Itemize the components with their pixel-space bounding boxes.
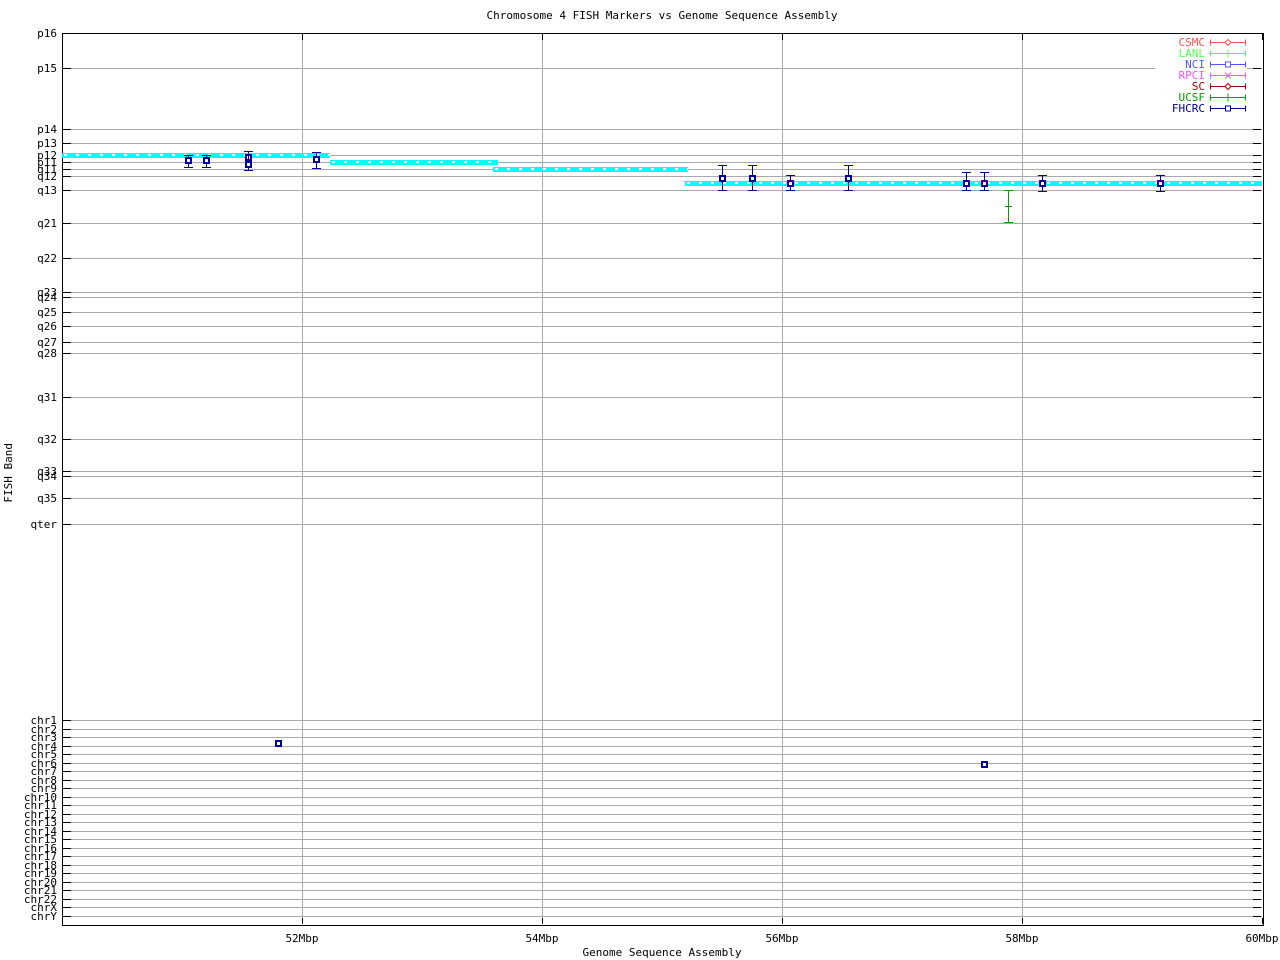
chart-title: Chromosome 4 FISH Markers vs Genome Sequ… — [486, 9, 838, 22]
row-label-qter: qter — [30, 518, 58, 531]
label-layer: p16 p15 p14 p13 p12 p11 q11 q12 q13 q21 q22 q23 q24 q… — [0, 0, 1280, 960]
legend: CSMC LANL NCI RPCI SC UCSF FHCRC — [1155, 37, 1247, 114]
row-label-q26: q26 — [37, 320, 57, 333]
legend-sample-icon — [1210, 82, 1246, 91]
legend-row-FHCRC: FHCRC — [1155, 103, 1247, 114]
x-tick-label-60Mbp: 60Mbp — [1245, 932, 1279, 945]
row-label-q21: q21 — [37, 217, 57, 230]
x-tick-label-56Mbp: 56Mbp — [765, 932, 799, 945]
chart-canvas: p16 p15 p14 p13 p12 p11 q11 q12 q13 q21 q22 q23 q24 q… — [0, 0, 1280, 960]
row-label-q31: q31 — [37, 391, 57, 404]
row-label-q24: q24 — [37, 291, 57, 304]
x-axis-title: Genome Sequence Assembly — [582, 946, 742, 959]
row-label-p13: p13 — [37, 137, 57, 150]
row-label-q13: q13 — [37, 184, 57, 197]
row-label-q12: q12 — [37, 170, 57, 183]
row-label-q28: q28 — [37, 347, 57, 360]
legend-label-FHCRC: FHCRC — [1171, 102, 1205, 115]
legend-sample-icon — [1210, 93, 1246, 102]
x-tick-label-58Mbp: 58Mbp — [1005, 932, 1039, 945]
row-label-q22: q22 — [37, 252, 57, 265]
y-axis-title: FISH Band — [2, 443, 15, 503]
legend-sample-icon — [1210, 105, 1246, 112]
legend-sample-icon — [1210, 72, 1246, 79]
row-label-chrY: chrY — [30, 910, 58, 923]
row-label-p14: p14 — [37, 123, 57, 136]
legend-sample-icon — [1210, 49, 1246, 58]
row-label-q25: q25 — [37, 306, 57, 319]
row-label-p15: p15 — [37, 62, 57, 75]
x-tick-label-52Mbp: 52Mbp — [285, 932, 319, 945]
row-label-q27: q27 — [37, 336, 57, 349]
x-tick-label-54Mbp: 54Mbp — [525, 932, 559, 945]
legend-sample-icon — [1210, 38, 1246, 47]
row-label-p16: p16 — [37, 27, 57, 40]
legend-sample-icon — [1210, 61, 1246, 68]
